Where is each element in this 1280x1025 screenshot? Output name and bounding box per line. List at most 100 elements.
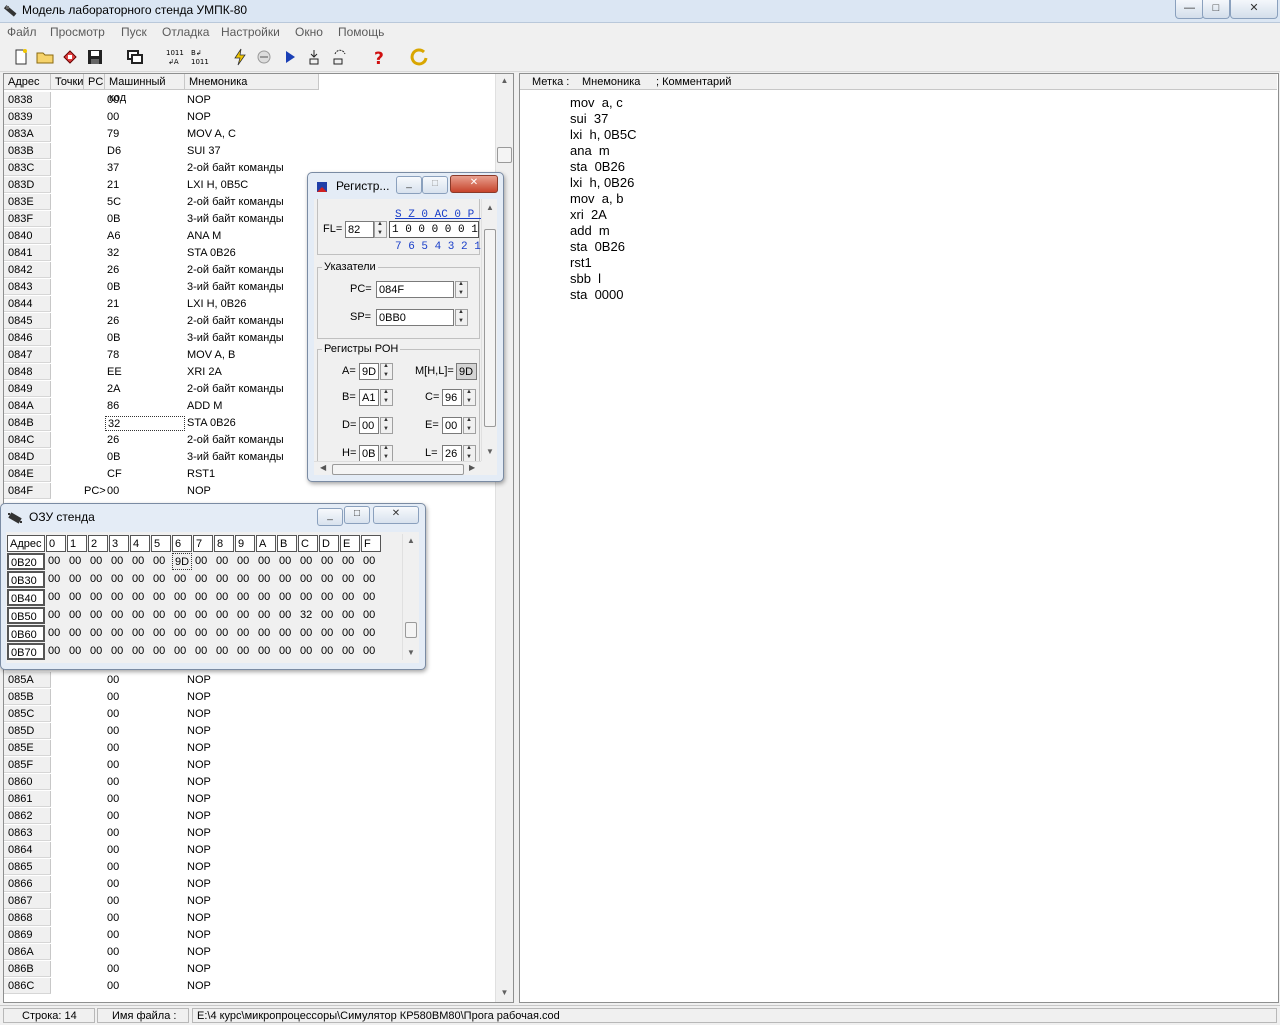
editor-line[interactable]: xri 2A bbox=[570, 207, 607, 222]
table-row[interactable]: 085A 00 NOP bbox=[4, 672, 499, 689]
registers-close-button[interactable]: ✕ bbox=[450, 175, 498, 193]
table-row[interactable]: 085E 00 NOP bbox=[4, 740, 499, 757]
ram-cell[interactable]: 00 bbox=[298, 571, 318, 588]
step-over-icon[interactable] bbox=[330, 47, 350, 67]
editor-line[interactable]: sta 0000 bbox=[570, 287, 624, 302]
ram-cell[interactable]: 00 bbox=[256, 589, 276, 606]
ram-cell[interactable]: 00 bbox=[256, 625, 276, 642]
registers-scroll-left-icon[interactable]: ◀ bbox=[320, 463, 326, 472]
l-spinner[interactable] bbox=[463, 445, 476, 462]
ram-cell[interactable]: 00 bbox=[193, 589, 213, 606]
row-machine-code[interactable]: 26 bbox=[105, 262, 185, 279]
table-row[interactable]: 0860 00 NOP bbox=[4, 774, 499, 791]
ram-cell[interactable]: 00 bbox=[298, 589, 318, 606]
ram-maximize-button[interactable]: □ bbox=[344, 506, 370, 524]
editor-line[interactable]: sbb l bbox=[570, 271, 601, 286]
table-row[interactable]: 085C 00 NOP bbox=[4, 706, 499, 723]
row-machine-code[interactable]: 78 bbox=[105, 347, 185, 364]
col-header-machine-code[interactable]: Машинный код bbox=[105, 74, 185, 104]
windows-icon[interactable] bbox=[125, 47, 145, 67]
table-row[interactable]: 0866 00 NOP bbox=[4, 876, 499, 893]
ram-scroll-thumb[interactable] bbox=[405, 622, 417, 638]
col-header-addr[interactable]: Адрес bbox=[4, 74, 51, 90]
stop-icon[interactable] bbox=[254, 47, 274, 67]
row-machine-code[interactable]: 0B bbox=[105, 279, 185, 296]
table-row[interactable]: 085D 00 NOP bbox=[4, 723, 499, 740]
table-row[interactable]: 086A 00 NOP bbox=[4, 944, 499, 961]
ram-cell[interactable]: 00 bbox=[67, 589, 87, 606]
row-machine-code[interactable]: 00 bbox=[105, 825, 185, 842]
row-machine-code[interactable]: 00 bbox=[105, 483, 185, 500]
ram-cell[interactable]: 00 bbox=[361, 589, 381, 606]
row-machine-code[interactable]: 00 bbox=[105, 944, 185, 961]
step-run-icon[interactable] bbox=[280, 47, 300, 67]
ram-cell[interactable]: 00 bbox=[235, 625, 255, 642]
table-row[interactable]: 083B D6 SUI 37 bbox=[4, 143, 499, 160]
maximize-button[interactable]: □ bbox=[1202, 0, 1230, 19]
ram-cell[interactable]: 00 bbox=[172, 589, 192, 606]
row-machine-code[interactable]: 2A bbox=[105, 381, 185, 398]
table-row[interactable]: 086C 00 NOP bbox=[4, 978, 499, 995]
ram-cell[interactable]: 00 bbox=[361, 607, 381, 624]
ram-cell[interactable]: 00 bbox=[256, 643, 276, 660]
ram-cell[interactable]: 00 bbox=[277, 571, 297, 588]
row-machine-code[interactable]: 00 bbox=[105, 978, 185, 995]
reset-icon[interactable] bbox=[410, 47, 430, 67]
ram-cell[interactable]: 00 bbox=[151, 607, 171, 624]
ram-cell[interactable]: 00 bbox=[319, 589, 339, 606]
e-field[interactable]: 00 bbox=[442, 417, 462, 434]
ram-cell[interactable]: 00 bbox=[46, 553, 66, 570]
ram-cell[interactable]: 00 bbox=[235, 643, 255, 660]
row-machine-code[interactable]: 86 bbox=[105, 398, 185, 415]
ram-cell[interactable]: 00 bbox=[319, 571, 339, 588]
ram-cell[interactable]: 00 bbox=[109, 553, 129, 570]
c-spinner[interactable] bbox=[463, 389, 476, 406]
row-machine-code[interactable]: 00 bbox=[105, 774, 185, 791]
e-spinner[interactable] bbox=[463, 417, 476, 434]
ram-cell[interactable]: 00 bbox=[130, 571, 150, 588]
row-machine-code[interactable]: 5C bbox=[105, 194, 185, 211]
row-machine-code[interactable]: A6 bbox=[105, 228, 185, 245]
ram-cell[interactable]: 00 bbox=[361, 643, 381, 660]
row-machine-code[interactable]: 0B bbox=[105, 211, 185, 228]
d-spinner[interactable] bbox=[380, 417, 393, 434]
row-machine-code[interactable]: 00 bbox=[105, 92, 185, 109]
scroll-up-icon[interactable]: ▲ bbox=[496, 76, 513, 85]
table-row[interactable]: 0869 00 NOP bbox=[4, 927, 499, 944]
a-field[interactable]: 9D bbox=[359, 363, 379, 380]
ram-cell[interactable]: 00 bbox=[88, 589, 108, 606]
ram-cell[interactable]: 00 bbox=[214, 643, 234, 660]
registers-hscroll[interactable]: ◀ ▶ bbox=[314, 461, 481, 475]
table-row[interactable]: 083A 79 MOV A, C bbox=[4, 126, 499, 143]
row-machine-code[interactable]: 00 bbox=[105, 791, 185, 808]
step-into-icon[interactable] bbox=[304, 47, 324, 67]
table-row[interactable]: 0861 00 NOP bbox=[4, 791, 499, 808]
h-spinner[interactable] bbox=[380, 445, 393, 462]
table-row[interactable]: 0868 00 NOP bbox=[4, 910, 499, 927]
load-code-icon[interactable]: 1011↲A bbox=[165, 47, 185, 67]
ram-cell[interactable]: 00 bbox=[151, 643, 171, 660]
ram-cell[interactable]: 00 bbox=[109, 625, 129, 642]
ram-cell[interactable]: 00 bbox=[277, 643, 297, 660]
table-row[interactable]: 0867 00 NOP bbox=[4, 893, 499, 910]
close-button[interactable]: ✕ bbox=[1230, 0, 1278, 19]
menu-settings[interactable]: Настройки bbox=[221, 25, 280, 39]
ram-cell[interactable]: 00 bbox=[151, 625, 171, 642]
ram-cell[interactable]: 00 bbox=[67, 607, 87, 624]
menu-run[interactable]: Пуск bbox=[121, 25, 147, 39]
assemble-icon[interactable]: B↲1011 bbox=[190, 47, 210, 67]
ram-cell[interactable]: 9D bbox=[172, 553, 192, 570]
ram-cell[interactable]: 00 bbox=[151, 571, 171, 588]
ram-cell[interactable]: 00 bbox=[235, 571, 255, 588]
row-machine-code[interactable]: 00 bbox=[105, 927, 185, 944]
ram-cell[interactable]: 00 bbox=[172, 607, 192, 624]
ram-cell[interactable]: 00 bbox=[88, 607, 108, 624]
row-machine-code[interactable]: 00 bbox=[105, 109, 185, 126]
ram-cell[interactable]: 00 bbox=[130, 643, 150, 660]
ram-cell[interactable]: 00 bbox=[298, 553, 318, 570]
ram-cell[interactable]: 00 bbox=[130, 553, 150, 570]
row-machine-code[interactable]: 00 bbox=[105, 842, 185, 859]
ram-scroll-up-icon[interactable]: ▲ bbox=[403, 536, 419, 545]
pc-field[interactable]: 084F bbox=[376, 281, 454, 298]
table-row[interactable]: 0838 00 NOP bbox=[4, 92, 499, 109]
